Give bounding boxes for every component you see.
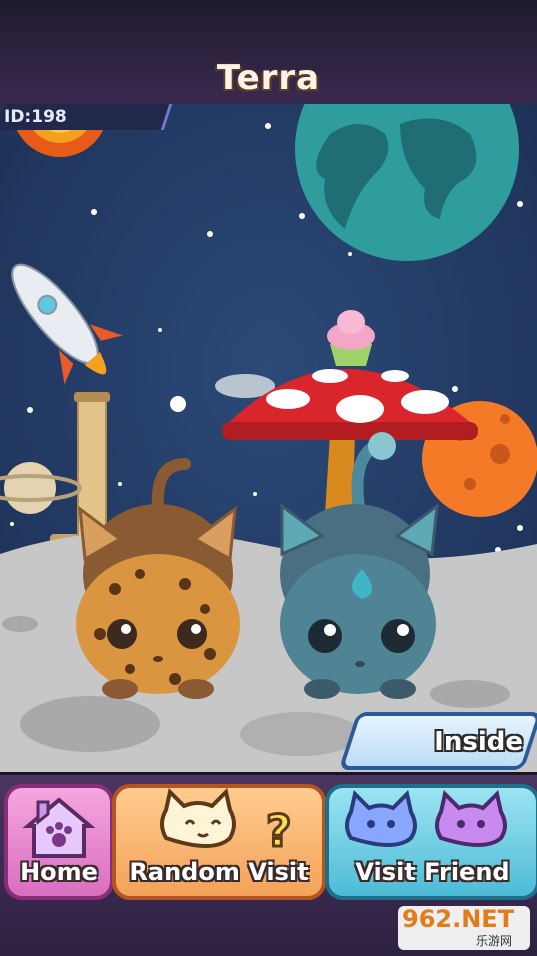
- svg-text:?: ?: [266, 806, 292, 857]
- inside-button[interactable]: Inside: [338, 712, 537, 770]
- home-button[interactable]: Home: [4, 784, 114, 900]
- cat-question-icon: ?: [160, 788, 293, 858]
- player-id-label: ID:198: [4, 107, 67, 127]
- house-icon: [22, 797, 96, 858]
- random-visit-button[interactable]: ? Random Visit: [112, 784, 326, 900]
- random-visit-label: Random Visit: [129, 858, 309, 886]
- page-title: Terra: [216, 58, 321, 98]
- game-screen: Terra ID:198 Inside Home ? Random Visit …: [0, 0, 537, 956]
- visit-friend-label: Visit Friend: [355, 858, 510, 886]
- watermark-logo-text: 962.NET: [402, 905, 515, 933]
- space-scene: [0, 104, 537, 772]
- inside-button-label: Inside: [434, 727, 523, 757]
- visit-friend-button[interactable]: Visit Friend: [325, 784, 537, 900]
- home-button-label: Home: [20, 858, 98, 886]
- watermark-subtext: 乐游网: [476, 934, 513, 948]
- two-cats-icon: [345, 790, 507, 847]
